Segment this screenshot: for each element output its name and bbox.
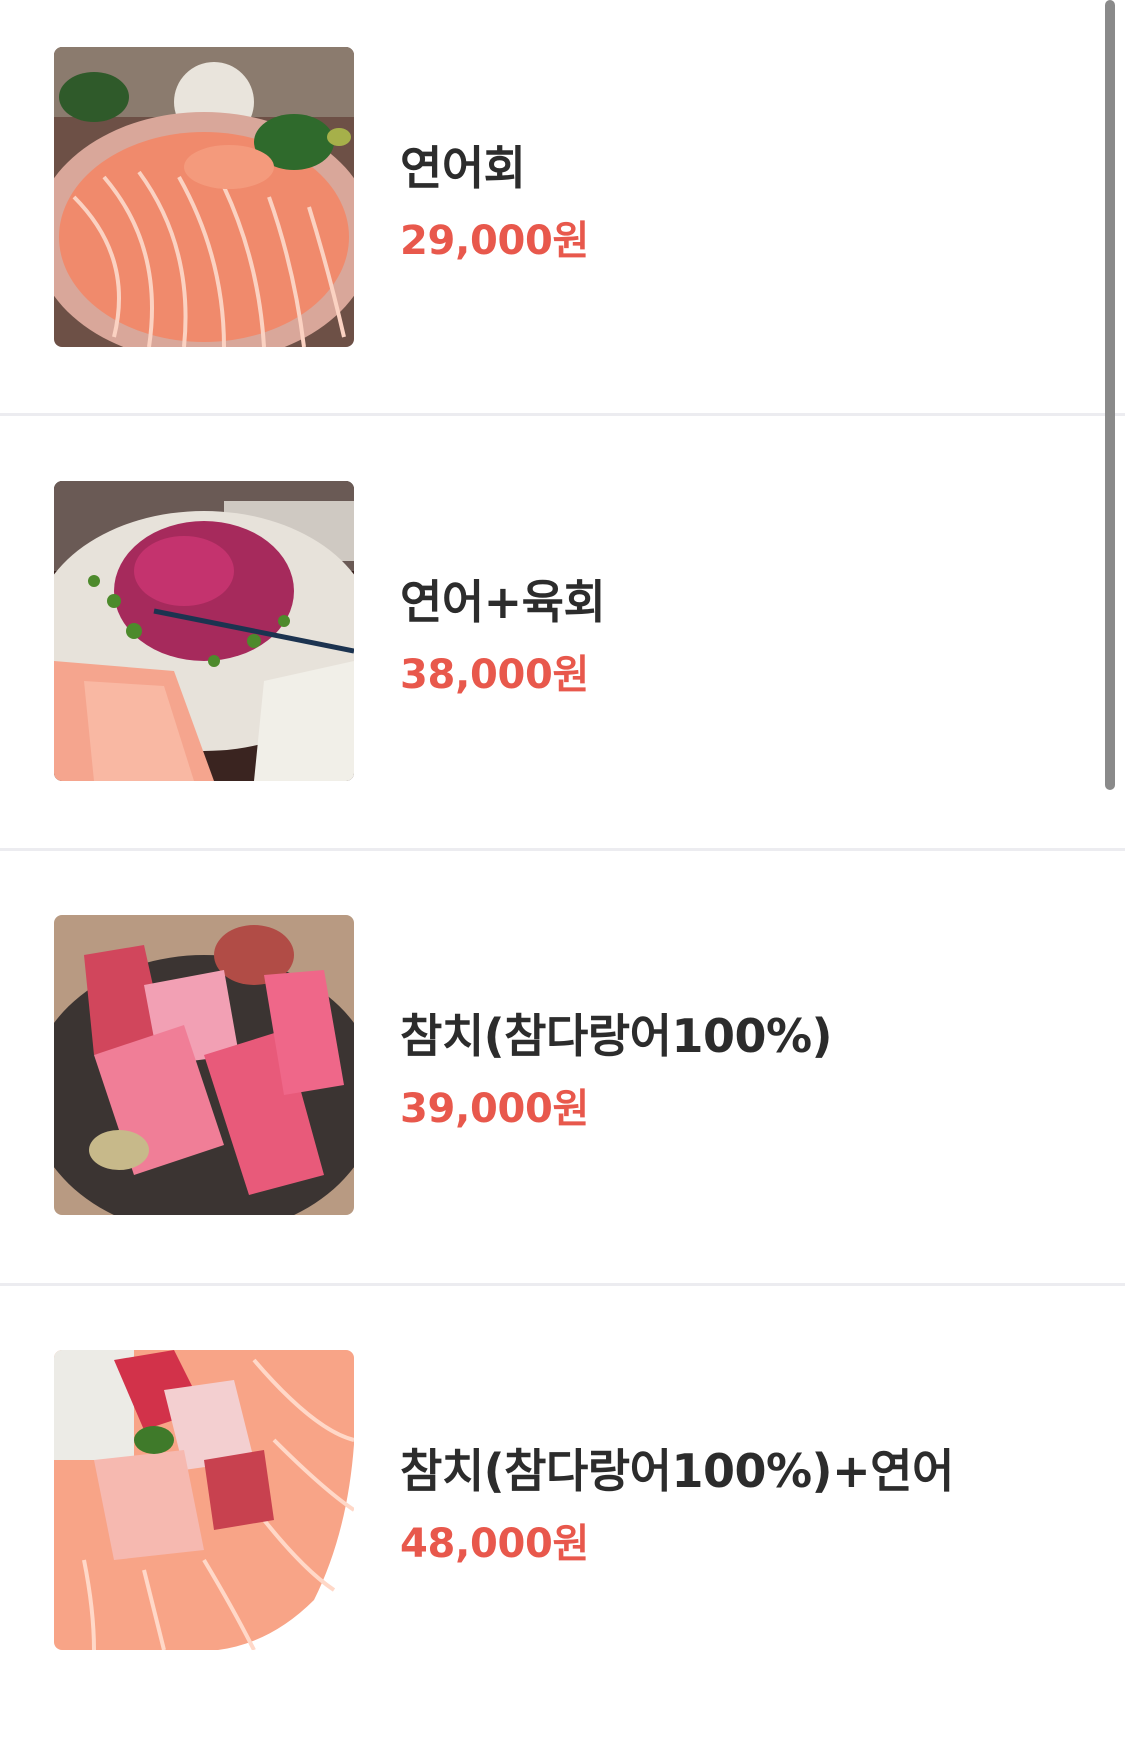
- tuna-sashimi-image: [54, 915, 354, 1215]
- menu-item-name: 연어+육회: [400, 575, 606, 629]
- scrollbar[interactable]: [1105, 0, 1115, 790]
- menu-item-price: 39,000원: [400, 1086, 590, 1132]
- divider: [0, 1283, 1125, 1286]
- menu-item-price: 38,000원: [400, 652, 590, 698]
- menu-item-name: 참치(참다랑어100%): [400, 1009, 833, 1063]
- menu-item-tuna-salmon[interactable]: 참치(참다랑어100%)+연어 48,000원: [0, 1303, 1125, 1737]
- menu-item-name: 참치(참다랑어100%)+연어: [400, 1444, 954, 1498]
- divider: [0, 413, 1125, 416]
- menu-item-salmon-yukhoe[interactable]: 연어+육회 38,000원: [0, 434, 1125, 868]
- menu-item-price: 29,000원: [400, 218, 590, 264]
- menu-item-name: 연어회: [400, 141, 526, 195]
- tuna-salmon-platter-image: [54, 1350, 354, 1650]
- menu-item-price: 48,000원: [400, 1521, 590, 1567]
- salmon-sashimi-image: [54, 47, 354, 347]
- divider: [0, 848, 1125, 851]
- salmon-yukhoe-image: [54, 481, 354, 781]
- menu-item-salmon-sashimi[interactable]: 연어회 29,000원: [0, 0, 1125, 434]
- menu-item-tuna-sashimi[interactable]: 참치(참다랑어100%) 39,000원: [0, 868, 1125, 1302]
